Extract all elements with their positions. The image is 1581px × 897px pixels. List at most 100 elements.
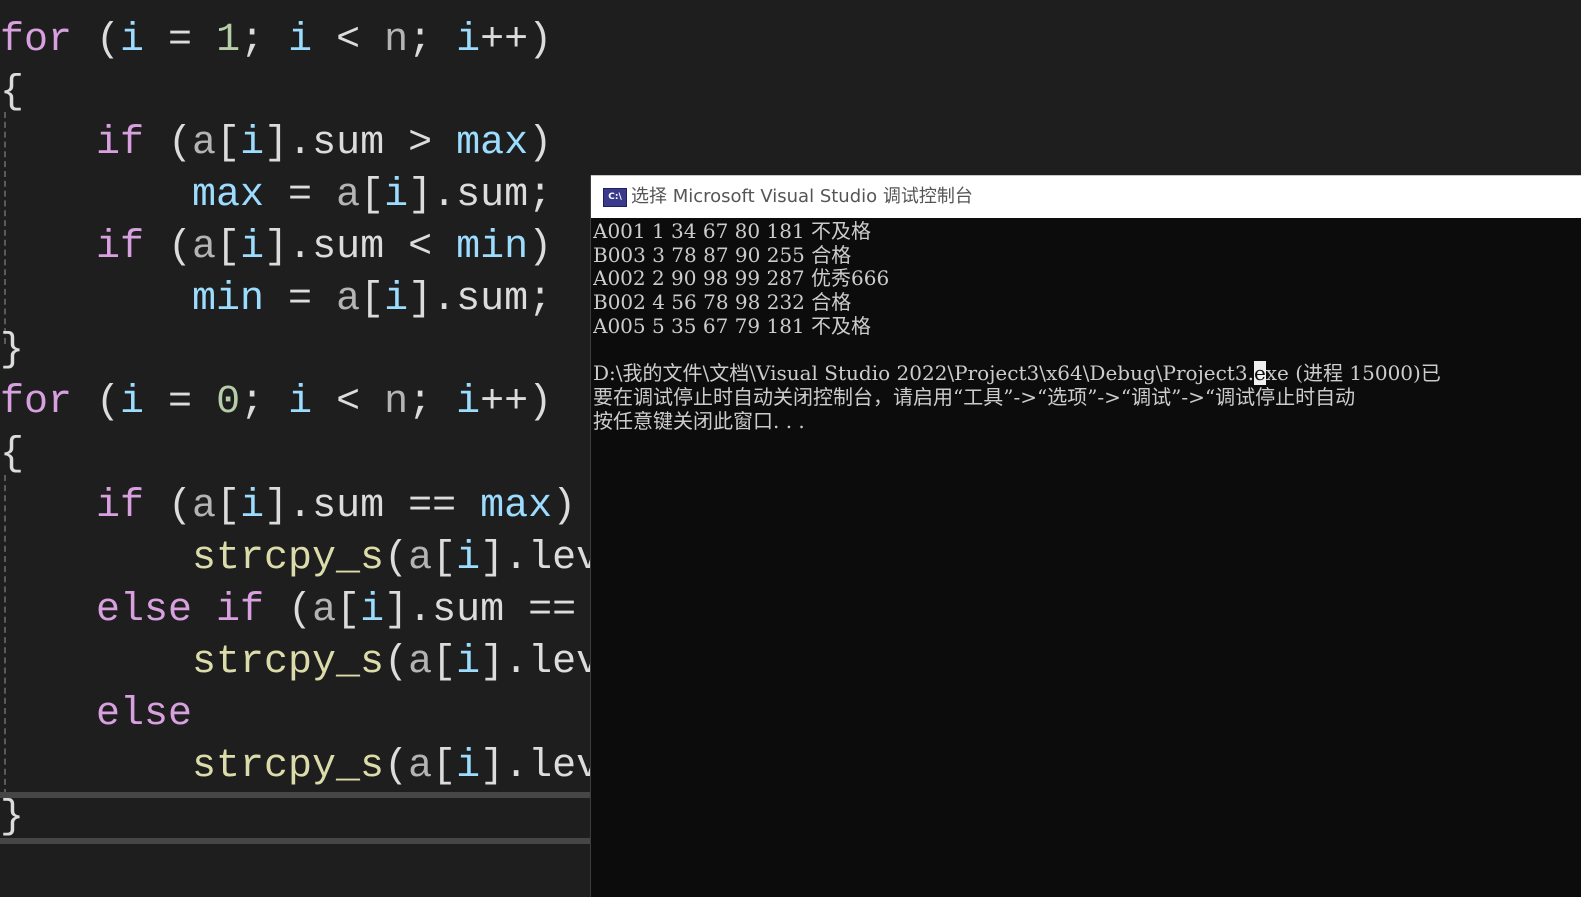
code-token: if (96, 484, 145, 529)
code-token: sum (312, 121, 385, 166)
console-title-bar[interactable]: C:\ 选择 Microsoft Visual Studio 调试控制台 (591, 175, 1581, 218)
code-token: ]. (480, 744, 529, 789)
code-token: } (0, 328, 25, 373)
code-token: == (504, 588, 601, 633)
code-token: strcpy_s (192, 640, 385, 685)
code-token: [ (360, 277, 385, 322)
console-output-line: B002 4 56 78 98 232 合格 (593, 290, 852, 315)
code-token: ]. (480, 640, 529, 685)
code-token: a (336, 277, 361, 322)
code-token: ) (552, 484, 577, 529)
code-token: ( (384, 640, 409, 685)
code-token: i (120, 380, 145, 425)
code-token: > (384, 121, 457, 166)
code-token: ( (72, 380, 121, 425)
code-token: ]. (480, 536, 529, 581)
code-token: else (96, 692, 193, 737)
code-line[interactable]: for (i = 1; i < n; i++) (0, 15, 552, 67)
code-line[interactable]: { (0, 67, 24, 119)
code-line[interactable]: if (a[i].sum < min) (0, 222, 552, 274)
code-token: ]. (384, 588, 433, 633)
code-token: ( (384, 744, 409, 789)
code-token: if (96, 121, 145, 166)
code-token: ]. (264, 121, 313, 166)
code-line[interactable]: max = a[i].sum; (0, 170, 552, 222)
code-token: min (456, 225, 529, 270)
code-token: ) (528, 225, 553, 270)
code-line[interactable]: } (0, 325, 24, 377)
code-token: ; (240, 380, 289, 425)
code-line[interactable]: { (0, 429, 24, 481)
code-token: n (384, 380, 409, 425)
code-token: ; (408, 18, 457, 63)
code-token: ]. (264, 484, 313, 529)
code-line[interactable]: } (0, 792, 24, 844)
code-token: i (360, 588, 385, 633)
code-token: } (0, 795, 25, 840)
code-token: i (456, 380, 481, 425)
code-token: ( (144, 484, 193, 529)
code-token: ]. (408, 173, 457, 218)
code-token: i (456, 18, 481, 63)
code-token: { (0, 432, 25, 477)
console-output-line: 按任意键关闭此窗口. . . (593, 408, 805, 433)
code-token: min (192, 277, 265, 322)
code-token: [ (336, 588, 361, 633)
code-token: [ (360, 173, 385, 218)
console-output[interactable]: A001 1 34 67 80 181 不及格 B003 3 78 87 90 2… (593, 219, 1578, 889)
code-token: i (240, 225, 265, 270)
code-token: ++) (480, 380, 553, 425)
code-token: [ (432, 744, 457, 789)
code-token: ; (528, 277, 553, 322)
code-token: strcpy_s (192, 744, 385, 789)
code-token: [ (216, 225, 241, 270)
code-token: a (192, 225, 217, 270)
code-token: < (384, 225, 457, 270)
console-app-icon: C:\ (603, 188, 627, 207)
code-token: sum (456, 173, 529, 218)
code-line[interactable]: if (a[i].sum > max) (0, 118, 552, 170)
code-token: < (312, 18, 385, 63)
code-token: i (240, 484, 265, 529)
code-token: = (264, 173, 337, 218)
code-token: [ (432, 536, 457, 581)
code-token: ; (528, 173, 553, 218)
code-line[interactable]: if (a[i].sum == max) (0, 481, 576, 533)
code-token: strcpy_s (192, 536, 385, 581)
code-line[interactable]: strcpy_s(a[i].level, (0, 741, 672, 793)
code-token: < (312, 380, 385, 425)
code-token: n (384, 18, 409, 63)
code-token: ]. (264, 225, 313, 270)
code-token: = (144, 18, 217, 63)
code-token: ; (240, 18, 289, 63)
code-token: [ (216, 121, 241, 166)
code-token: else if (96, 588, 265, 633)
code-token: 0 (216, 380, 241, 425)
code-token: max (480, 484, 553, 529)
code-token: = (144, 380, 217, 425)
code-token: sum (432, 588, 505, 633)
code-token: sum (312, 225, 385, 270)
code-line[interactable]: strcpy_s(a[i].level, (0, 533, 672, 585)
code-token: i (456, 536, 481, 581)
code-line[interactable]: for (i = 0; i < n; i++) (0, 377, 552, 429)
code-token: i (384, 277, 409, 322)
code-token: a (336, 173, 361, 218)
code-token: [ (216, 484, 241, 529)
code-token: i (240, 121, 265, 166)
code-token: == (384, 484, 481, 529)
code-token: ]. (408, 277, 457, 322)
code-token: for (0, 380, 73, 425)
code-line[interactable]: min = a[i].sum; (0, 274, 552, 326)
code-token: ( (72, 18, 121, 63)
code-line[interactable]: else (0, 689, 192, 741)
debug-console-window[interactable]: C:\ 选择 Microsoft Visual Studio 调试控制台 A00… (590, 175, 1581, 897)
code-line[interactable]: strcpy_s(a[i].level, (0, 637, 672, 689)
code-token: a (408, 640, 433, 685)
